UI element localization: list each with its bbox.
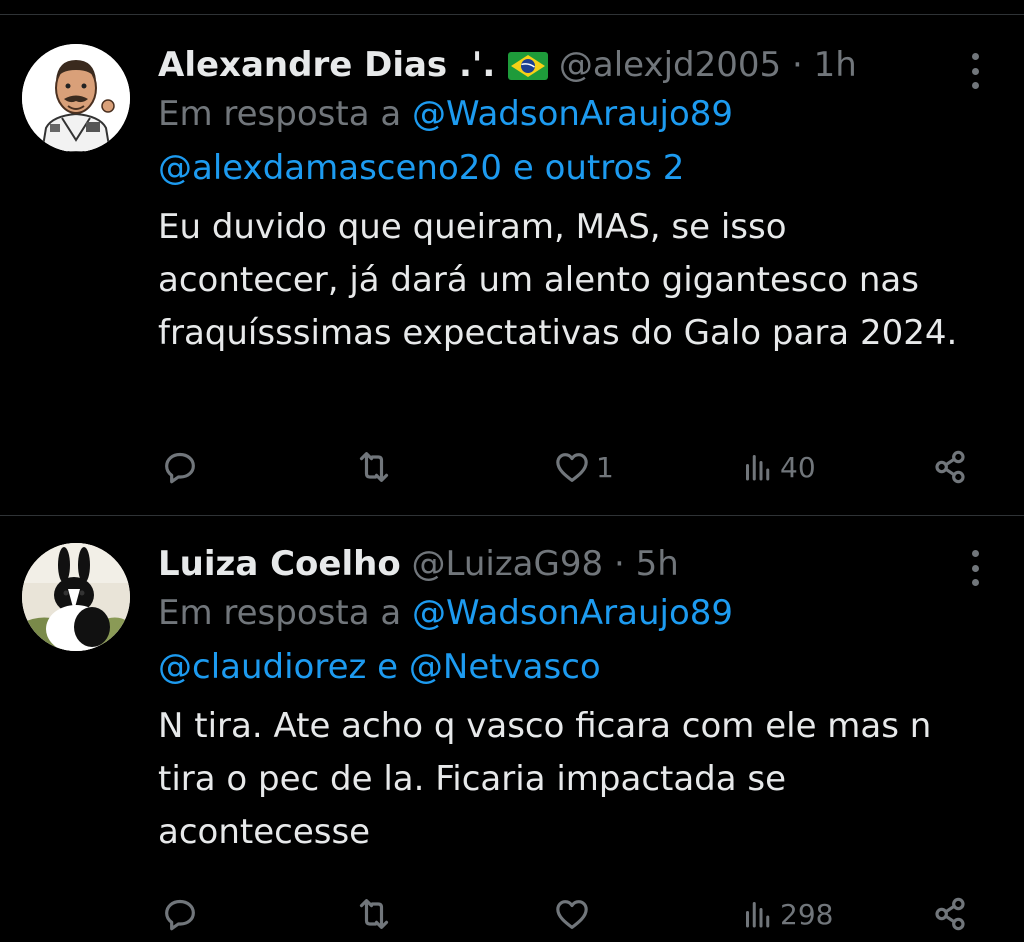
reply-mention[interactable]: @WadsonAraujo89 <box>412 94 733 134</box>
views-count: 40 <box>780 450 816 484</box>
tweet[interactable]: Luiza Coelho @LuizaG98 · 5h Em resposta … <box>0 516 1024 942</box>
author-name[interactable]: Alexandre Dias .'. <box>158 45 495 85</box>
author-handle[interactable]: @LuizaG98 <box>412 544 604 584</box>
reply-prefix: Em resposta a <box>158 94 402 134</box>
reply-icon <box>165 452 195 484</box>
retweet-icon <box>359 452 389 482</box>
author-handle[interactable]: @alexjd2005 <box>559 45 781 85</box>
reply-context: Em resposta a @WadsonAraujo89 @alexdamas… <box>158 87 984 195</box>
like-count: 1 <box>596 450 614 484</box>
more-icon[interactable] <box>964 51 986 91</box>
tweet-header: Alexandre Dias .'. @alexjd2005 · 1h <box>158 43 984 87</box>
more-icon[interactable] <box>964 548 986 588</box>
brazil-flag-icon <box>508 47 549 91</box>
tweet[interactable]: Alexandre Dias .'. @alexjd2005 · 1h Em r… <box>0 15 1024 515</box>
tweet-header: Luiza Coelho @LuizaG98 · 5h <box>158 542 984 586</box>
separator-dot: · <box>613 544 625 584</box>
avatar[interactable] <box>22 543 130 651</box>
views-count: 298 <box>780 897 834 931</box>
separator-dot: · <box>791 45 803 85</box>
reply-context: Em resposta a @WadsonAraujo89 @claudiore… <box>158 586 984 694</box>
tweet-content: Alexandre Dias .'. @alexjd2005 · 1h Em r… <box>158 43 984 360</box>
like-button[interactable] <box>552 892 596 936</box>
tweet-text: N tira. Ate acho q vasco ficara com ele … <box>158 706 932 852</box>
reply-button[interactable] <box>160 445 200 489</box>
views-button[interactable]: 40 <box>740 445 816 489</box>
views-icon <box>746 455 770 481</box>
heart-icon <box>556 900 588 929</box>
action-bar: 298 <box>158 892 978 936</box>
views-icon <box>746 902 770 928</box>
tweet-text: Eu duvido que queiram, MAS, se isso acon… <box>158 207 958 353</box>
reply-prefix: Em resposta a <box>158 593 402 633</box>
avatar[interactable] <box>22 44 130 152</box>
timestamp[interactable]: 1h <box>814 45 857 85</box>
reply-button[interactable] <box>160 892 200 936</box>
views-button[interactable]: 298 <box>740 892 833 936</box>
reply-mentions-more[interactable]: @claudiorez e @Netvasco <box>158 647 601 687</box>
share-icon <box>935 450 965 484</box>
tweet-content: Luiza Coelho @LuizaG98 · 5h Em resposta … <box>158 542 984 859</box>
reply-mention[interactable]: @WadsonAraujo89 <box>412 593 733 633</box>
heart-icon <box>556 453 588 482</box>
timestamp[interactable]: 5h <box>636 544 679 584</box>
author-name[interactable]: Luiza Coelho <box>158 544 401 584</box>
share-button[interactable] <box>930 892 970 936</box>
share-button[interactable] <box>930 445 970 489</box>
retweet-icon <box>359 899 389 929</box>
retweet-button[interactable] <box>354 445 394 489</box>
share-icon <box>935 897 965 931</box>
like-button[interactable]: 1 <box>552 445 614 489</box>
reply-icon <box>165 899 195 931</box>
retweet-button[interactable] <box>354 892 394 936</box>
reply-mentions-more[interactable]: @alexdamasceno20 e outros 2 <box>158 148 684 188</box>
action-bar: 1 40 <box>158 445 978 489</box>
